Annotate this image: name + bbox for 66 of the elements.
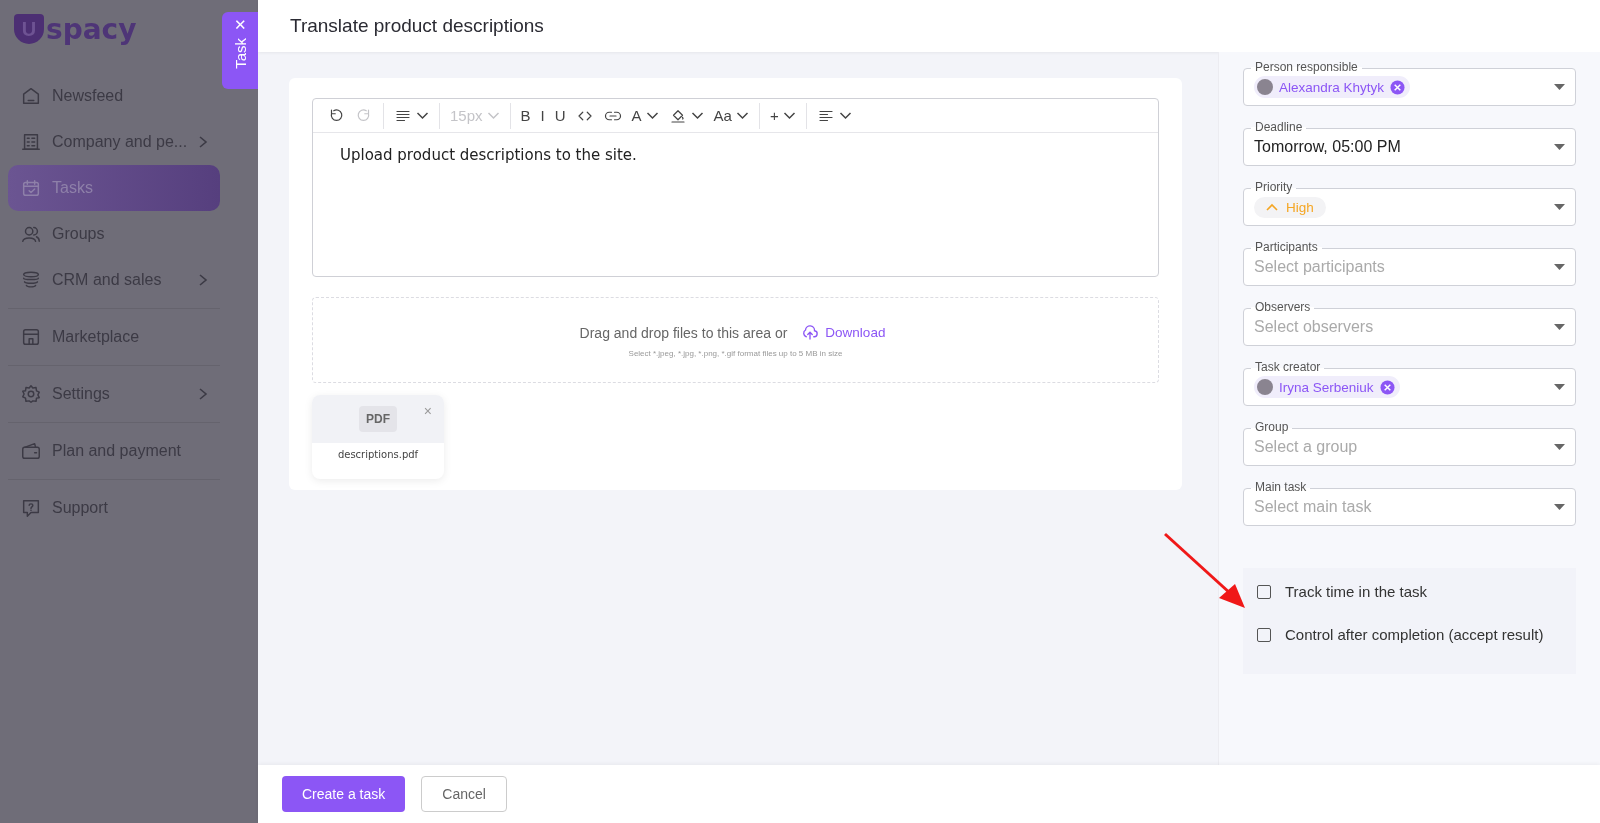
checkbox-label: Control after completion (accept result) bbox=[1285, 625, 1544, 645]
remove-icon[interactable] bbox=[1379, 379, 1395, 395]
field-placeholder: Select main task bbox=[1254, 498, 1373, 516]
field-placeholder: Select a group bbox=[1254, 438, 1359, 456]
help-icon bbox=[20, 497, 42, 519]
toolbar-button[interactable]: I bbox=[536, 102, 549, 129]
download-link[interactable]: Download bbox=[795, 322, 892, 343]
chevron-right-icon bbox=[198, 135, 208, 149]
chevron-down-icon bbox=[486, 111, 500, 120]
dropzone-hint: Select *.jpeg, *.jpg, *.png, *.gif format files up to 5 MB in size bbox=[628, 348, 843, 358]
dropdown-arrow-icon bbox=[1554, 204, 1565, 210]
file-name: descriptions.pdf bbox=[336, 448, 420, 460]
field-label: Person responsible bbox=[1251, 60, 1362, 75]
task-side-tab[interactable]: ✕ Task bbox=[222, 12, 258, 89]
gear-icon bbox=[20, 383, 42, 405]
chevron-down-icon bbox=[416, 111, 429, 120]
create-task-button[interactable]: Create a task bbox=[282, 776, 406, 812]
toolbar-button[interactable]: B bbox=[516, 102, 535, 129]
building-icon bbox=[20, 131, 42, 153]
person-chip[interactable]: Iryna Serbeniuk bbox=[1254, 376, 1400, 398]
dropdown-arrow-icon bbox=[1554, 324, 1565, 330]
chevron-right-icon bbox=[198, 273, 208, 287]
person-chip[interactable]: Alexandra Khytyk bbox=[1254, 76, 1411, 98]
file-type-badge: PDF bbox=[359, 406, 397, 432]
chevron-up-icon bbox=[1266, 203, 1278, 211]
field-placeholder: Select participants bbox=[1254, 258, 1386, 276]
field-value: Tomorrow, 05:00 PM bbox=[1254, 138, 1402, 156]
chevron-down-icon bbox=[735, 111, 749, 120]
checkbox[interactable] bbox=[1257, 628, 1271, 642]
chevron-down-icon bbox=[645, 111, 659, 120]
chevron-right-icon bbox=[198, 387, 208, 401]
upload-icon bbox=[801, 323, 820, 342]
shop-icon bbox=[20, 326, 42, 348]
dropdown-arrow-icon bbox=[1554, 84, 1565, 90]
dropzone-text: Drag and drop files to this area or bbox=[579, 324, 788, 341]
toolbar-button[interactable]: Aa bbox=[709, 102, 753, 129]
field-label: Group bbox=[1251, 420, 1293, 435]
remove-icon[interactable] bbox=[1390, 79, 1406, 95]
chevron-down-icon bbox=[690, 111, 704, 120]
toolbar-button[interactable]: U bbox=[550, 102, 570, 129]
avatar-icon bbox=[1257, 379, 1273, 395]
home-icon bbox=[20, 85, 42, 107]
toolbar-button[interactable]: + bbox=[765, 102, 800, 129]
avatar-icon bbox=[1257, 79, 1273, 95]
chevron-down-icon bbox=[838, 111, 852, 120]
dropdown-arrow-icon bbox=[1554, 384, 1565, 390]
field-label: Priority bbox=[1251, 180, 1297, 195]
stack-icon bbox=[20, 269, 42, 291]
wallet-icon bbox=[20, 440, 42, 462]
chevron-down-icon bbox=[782, 111, 796, 120]
toolbar-button[interactable]: A bbox=[627, 102, 663, 129]
checkbox-label: Track time in the task bbox=[1285, 582, 1427, 602]
attachment-card[interactable]: PDF × descriptions.pdf bbox=[312, 395, 444, 479]
field-placeholder: Select observers bbox=[1254, 318, 1375, 336]
task-title: Translate product descriptions bbox=[290, 15, 544, 37]
calendar-icon bbox=[20, 177, 42, 199]
dropdown-arrow-icon bbox=[1554, 444, 1565, 450]
checkbox[interactable] bbox=[1257, 585, 1271, 599]
file-dropzone[interactable]: Drag and drop files to this area or Download Select *.jpeg, *.jpg, *.png, *.gif format files up to 5 MB in size bbox=[312, 297, 1159, 383]
cancel-button[interactable]: Cancel bbox=[421, 776, 507, 812]
dropdown-arrow-icon bbox=[1554, 504, 1565, 510]
logo-text: spacy bbox=[46, 12, 137, 46]
field-label: Participants bbox=[1251, 240, 1322, 255]
dropdown-arrow-icon bbox=[1554, 144, 1565, 150]
remove-button[interactable]: × bbox=[423, 403, 432, 419]
dropdown-arrow-icon bbox=[1554, 264, 1565, 270]
